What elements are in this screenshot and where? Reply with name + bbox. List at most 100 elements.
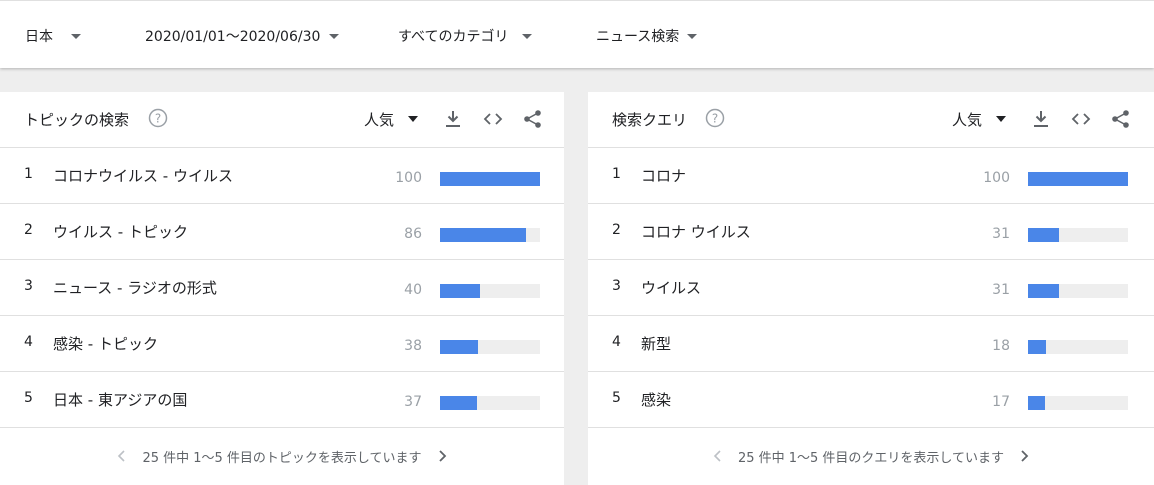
item-rank: 3 (24, 278, 33, 294)
list-item[interactable]: 4 新型 18 (588, 316, 1154, 372)
list-item[interactable]: 1 コロナ 100 (588, 148, 1154, 204)
chevron-right-icon[interactable] (434, 448, 450, 464)
item-rank: 4 (24, 334, 33, 350)
score-bar-fill (1028, 228, 1059, 242)
download-icon[interactable] (442, 108, 464, 130)
item-label: コロナ (641, 167, 687, 185)
date-range-label: 2020/01/01〜2020/06/30 (145, 29, 321, 45)
score-bar-track (1028, 228, 1128, 242)
related-queries-panel: 検索クエリ ? 人気 1 コロナ 100 2 コロナ ウイルス 31 3 ウイルス 31 4 新型 1… (588, 92, 1154, 485)
score-bar-track (440, 396, 540, 410)
panel-title: トピックの検索 (24, 111, 130, 129)
item-score: 86 (404, 226, 422, 242)
score-bar-fill (440, 284, 480, 298)
region-select-label: 日本 (25, 29, 53, 45)
pagination-text: 25 件中 1〜5 件目のクエリを表示しています (737, 450, 1005, 466)
score-bar-track (1028, 340, 1128, 354)
score-bar-track (440, 172, 540, 186)
help-circle-icon[interactable]: ? (148, 108, 168, 128)
item-label: 新型 (641, 335, 672, 353)
item-score: 31 (992, 282, 1010, 298)
item-label: 感染 - トピック (53, 335, 158, 353)
chevron-down-icon (329, 33, 340, 39)
list-item[interactable]: 1 コロナウイルス - ウイルス 100 (0, 148, 564, 204)
list-item[interactable]: 2 コロナ ウイルス 31 (588, 204, 1154, 260)
pagination: 25 件中 1〜5 件目のクエリを表示しています (588, 436, 1154, 476)
chevron-right-icon[interactable] (1016, 448, 1032, 464)
item-score: 18 (992, 338, 1010, 354)
help-circle-icon[interactable]: ? (705, 108, 725, 128)
category-select[interactable]: すべてのカテゴリ (398, 25, 533, 47)
item-label: ウイルス - トピック (53, 223, 188, 241)
region-select[interactable]: 日本 (25, 25, 81, 47)
code-icon[interactable] (482, 108, 504, 130)
item-label: ニュース - ラジオの形式 (53, 279, 217, 297)
score-bar-fill (440, 172, 540, 186)
item-rank: 2 (24, 222, 33, 238)
score-bar-track (1028, 172, 1128, 186)
score-bar-fill (1028, 396, 1045, 410)
score-bar-track (440, 340, 540, 354)
item-label: 感染 (641, 391, 672, 409)
search-type-label: ニュース検索 (596, 29, 680, 45)
item-label: ウイルス (641, 279, 702, 297)
download-icon[interactable] (1030, 108, 1052, 130)
chevron-left-icon[interactable] (114, 448, 130, 464)
sort-select[interactable]: 人気 (364, 108, 419, 130)
list-item[interactable]: 3 ニュース - ラジオの形式 40 (0, 260, 564, 316)
item-score: 17 (992, 394, 1010, 410)
panel-header: 検索クエリ ? 人気 (588, 92, 1154, 148)
item-rank: 1 (612, 166, 621, 182)
item-rank: 4 (612, 334, 621, 350)
search-type-select[interactable]: ニュース検索 (596, 25, 698, 47)
item-score: 37 (404, 394, 422, 410)
score-bar-track (1028, 284, 1128, 298)
svg-text:?: ? (155, 112, 161, 126)
score-bar-track (440, 228, 540, 242)
svg-text:?: ? (712, 112, 718, 126)
pagination: 25 件中 1〜5 件目のトピックを表示しています (0, 436, 564, 476)
score-bar-track (440, 284, 540, 298)
item-rank: 1 (24, 166, 33, 182)
share-icon[interactable] (1110, 108, 1132, 130)
sort-select-label: 人気 (952, 110, 983, 129)
category-label: すべてのカテゴリ (398, 29, 509, 45)
list-item[interactable]: 5 日本 - 東アジアの国 37 (0, 372, 564, 428)
score-bar-fill (440, 340, 478, 354)
score-bar-fill (440, 228, 526, 242)
item-score: 40 (404, 282, 422, 298)
item-score: 100 (983, 170, 1010, 186)
list-item[interactable]: 5 感染 17 (588, 372, 1154, 428)
item-label: コロナ ウイルス (641, 223, 751, 241)
chevron-down-icon (408, 116, 419, 122)
share-icon[interactable] (522, 108, 544, 130)
sort-select[interactable]: 人気 (952, 108, 1007, 130)
code-icon[interactable] (1070, 108, 1092, 130)
panel-title: 検索クエリ (612, 111, 688, 129)
list-item[interactable]: 3 ウイルス 31 (588, 260, 1154, 316)
sort-select-label: 人気 (364, 110, 395, 129)
list-item[interactable]: 2 ウイルス - トピック 86 (0, 204, 564, 260)
panel-header: トピックの検索 ? 人気 (0, 92, 564, 148)
item-rank: 3 (612, 278, 621, 294)
item-rank: 5 (24, 390, 33, 406)
filter-bar: 日本 2020/01/01〜2020/06/30 すべてのカテゴリ ニュース検索 (0, 0, 1154, 68)
score-bar-track (1028, 396, 1128, 410)
list-item[interactable]: 4 感染 - トピック 38 (0, 316, 564, 372)
item-label: 日本 - 東アジアの国 (53, 391, 188, 409)
score-bar-fill (440, 396, 477, 410)
score-bar-fill (1028, 172, 1128, 186)
item-label: コロナウイルス - ウイルス (53, 167, 233, 185)
date-range-select[interactable]: 2020/01/01〜2020/06/30 (145, 25, 340, 47)
chevron-down-icon (522, 33, 533, 39)
chevron-down-icon (687, 33, 698, 39)
item-score: 38 (404, 338, 422, 354)
item-score: 31 (992, 226, 1010, 242)
chevron-left-icon[interactable] (710, 448, 726, 464)
related-topics-panel: トピックの検索 ? 人気 1 コロナウイルス - ウイルス 100 2 ウイルス - ト… (0, 92, 564, 485)
pagination-text: 25 件中 1〜5 件目のトピックを表示しています (142, 450, 422, 466)
score-bar-fill (1028, 340, 1046, 354)
item-rank: 5 (612, 390, 621, 406)
score-bar-fill (1028, 284, 1059, 298)
item-rank: 2 (612, 222, 621, 238)
